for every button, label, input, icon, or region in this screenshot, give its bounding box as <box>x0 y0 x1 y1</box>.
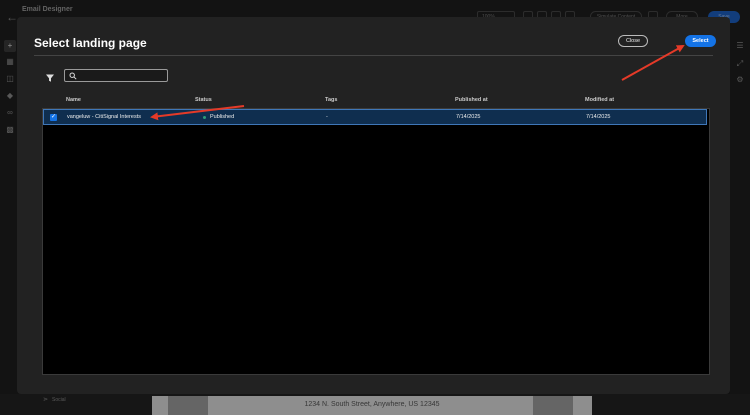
column-header-tags[interactable]: Tags <box>325 97 337 103</box>
select-landing-page-dialog: Select landing page Close Select Name St… <box>17 17 730 394</box>
select-button[interactable]: Select <box>685 35 716 47</box>
column-header-published-at[interactable]: Published at <box>455 97 488 103</box>
column-header-status[interactable]: Status <box>195 97 212 103</box>
search-icon <box>69 72 77 80</box>
search-field[interactable] <box>64 69 168 82</box>
cell-status: Published <box>210 114 235 120</box>
dialog-title: Select landing page <box>34 36 147 50</box>
close-button[interactable]: Close <box>618 35 648 47</box>
cell-modified-at: 7/14/2025 <box>586 114 611 120</box>
filter-icon[interactable] <box>45 73 55 83</box>
cell-tags: - <box>326 114 328 120</box>
status-published-dot <box>203 116 206 119</box>
cell-name: vangeluw - CitiSignal Interests <box>67 114 141 120</box>
column-header-modified-at[interactable]: Modified at <box>585 97 614 103</box>
cell-published-at: 7/14/2025 <box>456 114 481 120</box>
row-checkbox[interactable]: ✓ <box>50 114 57 121</box>
search-input[interactable] <box>79 70 165 81</box>
table-row[interactable]: ✓ vangeluw - CitiSignal Interests Publis… <box>43 109 707 125</box>
landing-page-table: ✓ vangeluw - CitiSignal Interests Publis… <box>42 108 710 375</box>
divider <box>34 55 713 56</box>
column-header-name[interactable]: Name <box>66 97 81 103</box>
